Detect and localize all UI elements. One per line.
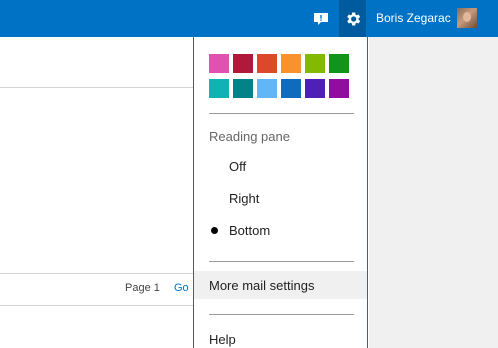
theme-swatch[interactable] (305, 79, 325, 98)
divider (0, 305, 193, 306)
selected-bullet-icon (211, 227, 218, 234)
avatar[interactable] (457, 8, 477, 28)
more-mail-settings-label: More mail settings (209, 278, 315, 293)
user-name[interactable]: Boris Zegarac (376, 0, 451, 37)
reading-pane-bottom[interactable]: Bottom (229, 223, 270, 238)
divider (0, 87, 193, 88)
theme-swatch[interactable] (233, 79, 253, 98)
gear-icon (346, 12, 360, 25)
help-link[interactable]: Help (209, 332, 236, 347)
theme-swatch[interactable] (281, 54, 301, 73)
right-pane (369, 37, 498, 348)
settings-menu: Reading pane Off Right Bottom More mail … (193, 37, 368, 348)
theme-swatch[interactable] (329, 79, 349, 98)
theme-swatch[interactable] (209, 54, 229, 73)
menu-separator (209, 261, 354, 262)
more-mail-settings[interactable]: More mail settings (194, 271, 367, 299)
theme-swatch[interactable] (257, 79, 277, 98)
page-indicator: Page 1 (125, 282, 160, 294)
settings-button[interactable] (339, 0, 366, 37)
divider (0, 273, 193, 274)
feedback-button[interactable] (307, 0, 335, 37)
menu-separator (209, 113, 354, 114)
theme-swatch[interactable] (281, 79, 301, 98)
menu-separator (209, 314, 354, 315)
go-button[interactable]: Go (174, 282, 189, 294)
reading-pane-off[interactable]: Off (229, 159, 246, 174)
theme-swatch[interactable] (233, 54, 253, 73)
top-bar: Boris Zegarac (0, 0, 498, 37)
theme-swatch[interactable] (305, 54, 325, 73)
reading-pane-heading: Reading pane (209, 129, 290, 144)
theme-swatch[interactable] (209, 79, 229, 98)
feedback-icon (314, 12, 328, 25)
theme-swatch[interactable] (257, 54, 277, 73)
reading-pane-right[interactable]: Right (229, 191, 259, 206)
theme-swatch[interactable] (329, 54, 349, 73)
